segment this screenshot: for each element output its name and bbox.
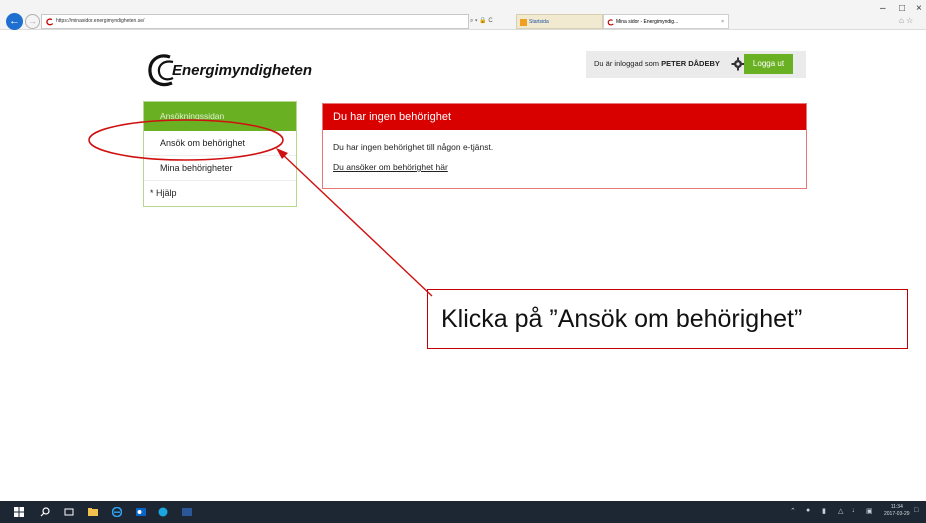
address-bar[interactable]: https://minasidor.energimyndigheten.se/ [41, 14, 469, 29]
sidebar-item-help[interactable]: * Hjälp [144, 181, 296, 206]
close-window-icon[interactable]: × [916, 3, 922, 14]
tray-wifi-icon[interactable]: △ [838, 507, 843, 515]
sidebar-item-my-permissions[interactable]: Mina behörigheter [144, 156, 296, 181]
tab-close-icon[interactable]: × [721, 15, 724, 28]
no-permission-panel: Du har ingen behörighet Du har ingen beh… [322, 103, 807, 189]
address-url: https://minasidor.energimyndigheten.se/ [56, 18, 145, 24]
energimyndigheten-favicon-icon [46, 18, 54, 26]
clock-time: 11:34 [890, 504, 903, 510]
task-view-icon[interactable] [64, 507, 74, 517]
address-tools[interactable]: ⌕ ▾ 🔒 C [470, 14, 514, 29]
forward-button[interactable]: → [25, 14, 40, 29]
panel-title: Du har ingen behörighet [323, 104, 806, 130]
user-name: PETER DÅDEBY [661, 59, 720, 68]
login-prefix: Du är inloggad som [594, 59, 662, 68]
sidebar-item-apply-permission[interactable]: Ansök om behörighet [144, 131, 296, 156]
login-status-box: Du är inloggad som PETER DÅDEBY Logga ut [586, 51, 806, 78]
back-button[interactable]: ← [6, 13, 23, 30]
browser-toolbar: ← → https://minasidor.energimyndigheten.… [0, 0, 926, 30]
annotation-overlay [88, 119, 433, 297]
skype-icon[interactable] [158, 507, 168, 517]
sidebar-heading[interactable]: Ansökningssidan [144, 102, 296, 131]
logout-button[interactable]: Logga ut [744, 54, 793, 74]
tab-label: Mina sidor - Energimyndig... [616, 19, 679, 25]
tray-battery-icon[interactable]: ▮ [822, 507, 826, 515]
tray-network-icon[interactable]: ● [806, 507, 810, 514]
internet-explorer-icon[interactable] [112, 507, 122, 517]
tray-volume-icon[interactable]: ♩ [852, 507, 859, 514]
clock-date: 2017-03-29 [884, 511, 910, 517]
outlook-icon[interactable] [136, 507, 146, 517]
word-icon[interactable] [182, 507, 192, 517]
sidebar-menu: Ansökningssidan Ansök om behörighet Mina… [143, 101, 297, 207]
tab-startsida[interactable]: Startsida [516, 14, 603, 29]
login-status-text: Du är inloggad som PETER DÅDEBY [594, 59, 720, 68]
screen: ← → https://minasidor.energimyndigheten.… [0, 0, 926, 523]
minimize-icon[interactable]: – [880, 3, 886, 14]
search-icon[interactable] [40, 507, 50, 517]
file-explorer-icon[interactable] [88, 507, 98, 517]
tab-label: Startsida [529, 19, 549, 25]
instruction-callout: Klicka på ”Ansök om behörighet” [427, 289, 908, 349]
tab-mina-sidor[interactable]: Mina sidor - Energimyndig... × [603, 14, 729, 29]
tray-chevron-icon[interactable]: ⌃ [790, 507, 796, 515]
taskbar: ⌃ ● ▮ △ ♩ ▣ 11:34 2017-03-29 □ [0, 501, 926, 523]
apply-permission-link[interactable]: Du ansöker om behörighet här [333, 162, 448, 172]
logo-text: Energimyndigheten [172, 62, 313, 79]
maximize-icon[interactable]: □ [899, 3, 905, 14]
panel-message: Du har ingen behörighet till någon e-tjä… [333, 142, 494, 152]
home-favorites-icon[interactable]: ⌂ ☆ [899, 16, 913, 25]
notification-icon[interactable]: □ [914, 507, 918, 514]
windows-start-icon[interactable] [14, 507, 24, 517]
home-tab-icon [520, 19, 527, 26]
tray-keyboard-icon[interactable]: ▣ [866, 507, 873, 515]
energimyndigheten-tab-icon [607, 19, 614, 26]
gear-icon[interactable] [731, 57, 745, 71]
taskbar-clock[interactable]: 11:34 2017-03-29 [884, 504, 910, 518]
